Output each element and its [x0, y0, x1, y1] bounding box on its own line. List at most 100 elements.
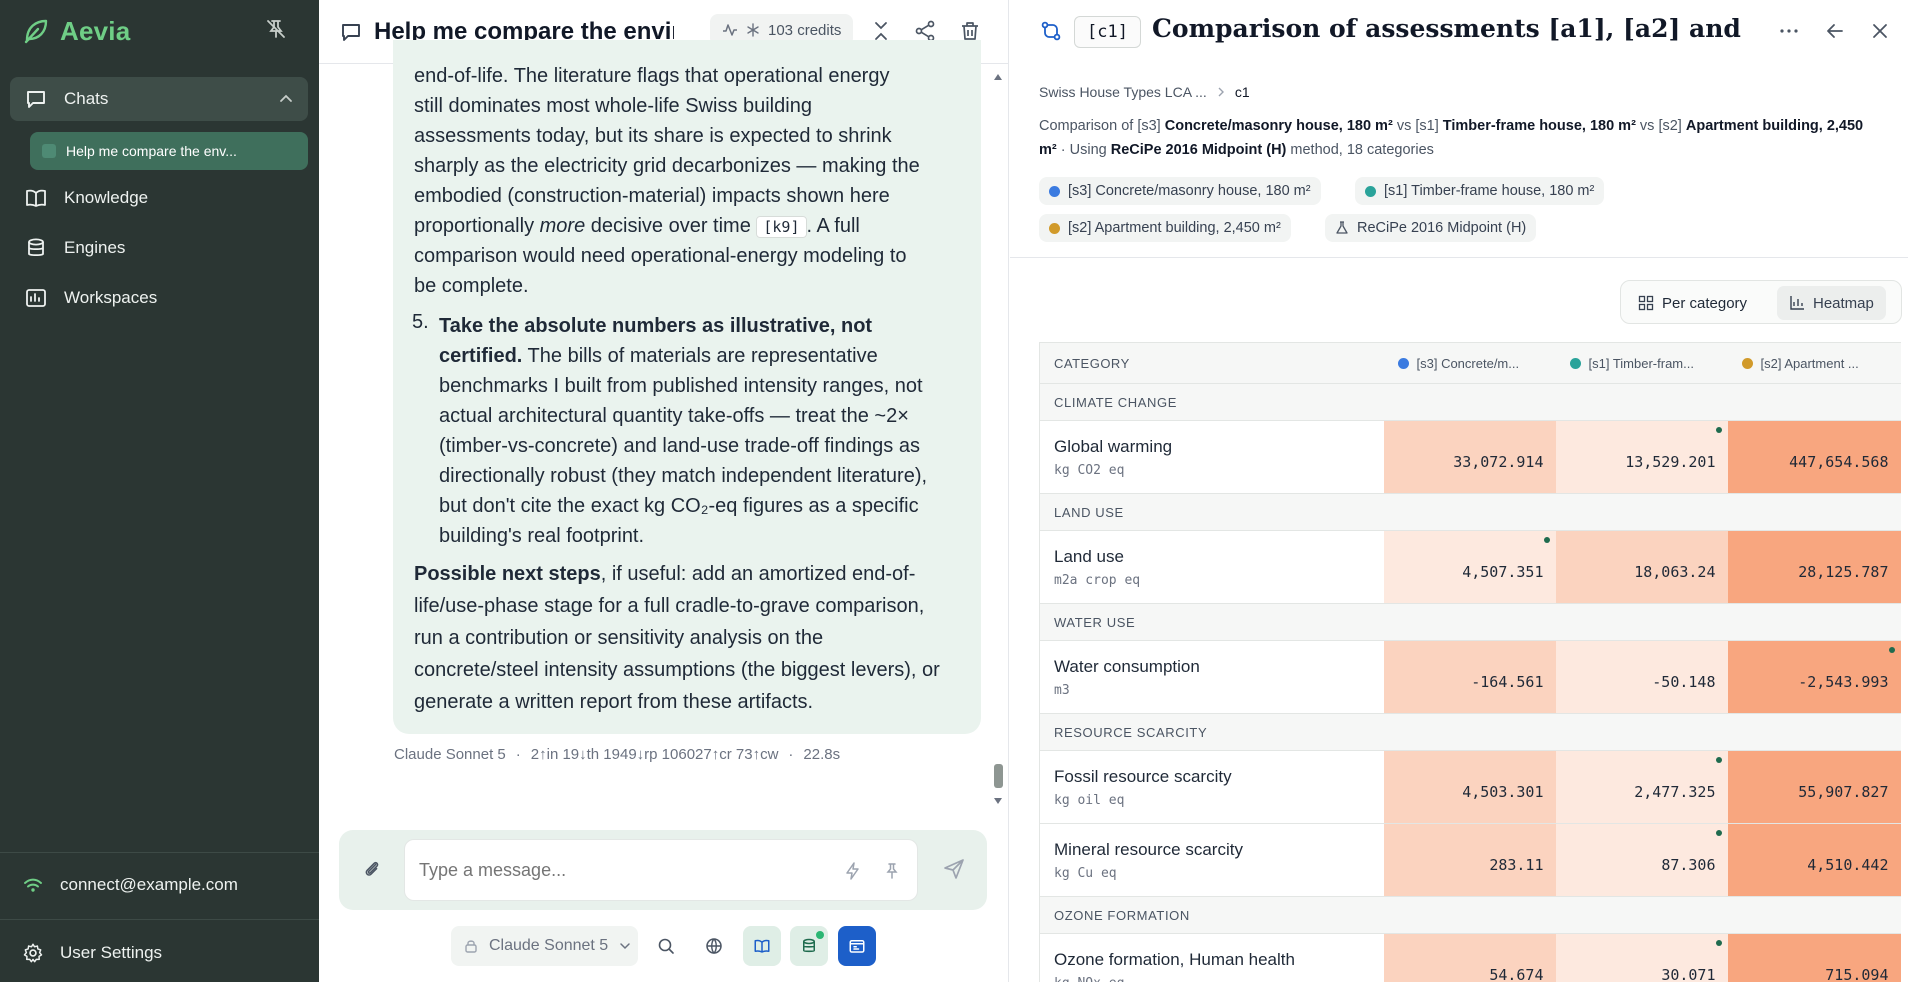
- heatmap-cell[interactable]: 54.674: [1383, 933, 1556, 982]
- heatmap-section-row: OZONE FORMATION: [1039, 896, 1901, 934]
- heatmap-section-row: WATER USE: [1039, 603, 1901, 641]
- more-options-icon[interactable]: [1777, 19, 1801, 43]
- heatmap-label: Heatmap: [1813, 294, 1874, 312]
- column-header-series[interactable]: [s3] Concrete/m...: [1383, 342, 1556, 384]
- account-email: connect@example.com: [60, 875, 238, 894]
- category-unit: kg oil eq: [1054, 792, 1125, 808]
- cell-value: 55,907.827: [1798, 783, 1889, 801]
- heatmap-row[interactable]: Ozone formation, Human health kg NOx eq 54…: [1039, 933, 1901, 982]
- sidebar-item-chats[interactable]: Chats: [10, 77, 308, 121]
- heatmap-cell[interactable]: 4,507.351: [1383, 530, 1556, 604]
- cell-value: 87.306: [1661, 856, 1716, 874]
- heatmap-row[interactable]: Mineral resource scarcity kg Cu eq 283.11 8…: [1039, 823, 1901, 897]
- search-tool-button[interactable]: [647, 926, 685, 966]
- per-category-tab[interactable]: Per category: [1626, 286, 1759, 320]
- chevron-up-icon[interactable]: [276, 89, 296, 109]
- message-composer: [404, 839, 918, 901]
- user-settings-label: User Settings: [60, 943, 163, 962]
- heatmap-row[interactable]: Fossil resource scarcity kg oil eq 4,503.3…: [1039, 750, 1901, 824]
- desc-text: vs [s1]: [1392, 118, 1443, 134]
- wifi-status-icon: [24, 878, 42, 892]
- pin-icon[interactable]: [882, 861, 902, 881]
- chevron-right-icon: [1218, 87, 1224, 97]
- desc-system: Timber-frame house, 180 m²: [1442, 118, 1636, 134]
- heatmap-cell[interactable]: 30.071: [1555, 933, 1728, 982]
- method-chip[interactable]: ReCiPe 2016 Midpoint (H): [1325, 214, 1537, 242]
- scrollbar-thumb[interactable]: [994, 764, 1003, 788]
- heatmap-tab[interactable]: Heatmap: [1777, 286, 1886, 320]
- back-arrow-icon[interactable]: [1823, 19, 1847, 43]
- heatmap-cell[interactable]: -164.561: [1383, 640, 1556, 714]
- unpin-sidebar-icon[interactable]: [264, 17, 288, 41]
- heatmap-cell[interactable]: 447,654.568: [1727, 420, 1901, 494]
- engines-tool-button[interactable]: [790, 926, 828, 966]
- model-selector[interactable]: Claude Sonnet 5: [451, 926, 638, 966]
- heatmap-cell[interactable]: 55,907.827: [1727, 750, 1901, 824]
- heatmap-cell[interactable]: 4,503.301: [1383, 750, 1556, 824]
- meta-time: 22.8s: [803, 746, 841, 763]
- knowledge-tool-button[interactable]: [743, 926, 781, 966]
- series-dot: [1049, 222, 1060, 234]
- heatmap-cell[interactable]: 33,072.914: [1383, 420, 1556, 494]
- brand[interactable]: Aevia: [22, 14, 130, 48]
- attach-icon[interactable]: [361, 858, 383, 880]
- heatmap-cell[interactable]: 715.094: [1727, 933, 1901, 982]
- message-line: directionally robust (they match indepen…: [439, 465, 928, 487]
- message-line-with-citation: proportionally more decisive over time […: [414, 211, 974, 241]
- flask-icon: [1336, 221, 1348, 234]
- bold-text: Take the absolute numbers as illustrativ…: [439, 315, 873, 337]
- send-icon[interactable]: [942, 857, 966, 881]
- user-settings-button[interactable]: User Settings: [22, 942, 162, 964]
- system-chip[interactable]: [s2] Apartment building, 2,450 m²: [1039, 214, 1291, 242]
- globe-icon: [706, 938, 722, 954]
- system-chip[interactable]: [s3] Concrete/masonry house, 180 m²: [1039, 177, 1321, 205]
- heatmap-row[interactable]: Global warming kg CO2 eq 33,072.914 13,529.…: [1039, 420, 1901, 494]
- breadcrumb-item[interactable]: Swiss House Types LCA ...: [1039, 84, 1207, 100]
- book-icon: [754, 939, 770, 953]
- heatmap-cell[interactable]: 13,529.201: [1555, 420, 1728, 494]
- scrollbar[interactable]: [991, 70, 1005, 810]
- heatmap-cell[interactable]: 2,477.325: [1555, 750, 1728, 824]
- chat-list-item-active[interactable]: Help me compare the env...: [30, 132, 308, 170]
- sidebar-item-workspaces[interactable]: Workspaces: [10, 276, 308, 320]
- account-row[interactable]: connect@example.com: [22, 874, 238, 896]
- cell-value: 28,125.787: [1798, 563, 1889, 581]
- heatmap-cell[interactable]: 283.11: [1383, 823, 1556, 897]
- sidebar-item-engines[interactable]: Engines: [10, 226, 308, 270]
- heatmap-cell[interactable]: 18,063.24: [1555, 530, 1728, 604]
- cell-value: 33,072.914: [1453, 453, 1544, 471]
- category-unit: kg CO2 eq: [1054, 462, 1125, 478]
- section-label: WATER USE: [1039, 603, 1901, 641]
- compare-arrows-icon: [1041, 21, 1061, 41]
- sidebar-item-label: Chats: [64, 89, 109, 108]
- citation-tag[interactable]: [k9]: [756, 216, 807, 238]
- web-tool-button[interactable]: [695, 926, 733, 966]
- lowest-impact-marker: [1715, 427, 1722, 433]
- heatmap-row[interactable]: Land use m2a crop eq 4,507.351 18,063.24 28,…: [1039, 530, 1901, 604]
- heatmap-cell[interactable]: 28,125.787: [1727, 530, 1901, 604]
- workspace-tool-button[interactable]: [838, 926, 876, 966]
- breadcrumb-item-current: c1: [1234, 84, 1250, 100]
- column-header-series[interactable]: [s2] Apartment ...: [1727, 342, 1901, 384]
- message-line: benchmarks I built from published intens…: [439, 375, 923, 397]
- lowest-impact-marker: [1715, 830, 1722, 836]
- cell-value: 715.094: [1825, 966, 1889, 982]
- system-chip[interactable]: [s1] Timber-frame house, 180 m²: [1355, 177, 1605, 205]
- heatmap-cell[interactable]: 4,510.442: [1727, 823, 1901, 897]
- heatmap-cell[interactable]: -50.148: [1555, 640, 1728, 714]
- series-dot: [1049, 185, 1060, 197]
- heatmap-cell[interactable]: -2,543.993: [1727, 640, 1901, 714]
- close-icon[interactable]: [1868, 19, 1892, 43]
- desc-text: vs [s2]: [1635, 118, 1686, 134]
- lightning-icon[interactable]: [843, 861, 863, 881]
- desc-system: Concrete/masonry house, 180 m²: [1164, 118, 1393, 134]
- desc-text: Comparison of [s3]: [1039, 118, 1165, 134]
- heatmap-cell[interactable]: 87.306: [1555, 823, 1728, 897]
- heatmap-row[interactable]: Water consumption m3 -164.561 -50.148 -2,543…: [1039, 640, 1901, 714]
- cell-value: 4,503.301: [1462, 783, 1544, 801]
- sidebar: Aevia Chats Help me compare the env... K…: [0, 0, 319, 982]
- message-text: The bills of materials are representativ…: [522, 345, 878, 367]
- message-input[interactable]: [419, 860, 799, 881]
- column-header-series[interactable]: [s1] Timber-fram...: [1555, 342, 1728, 384]
- sidebar-item-knowledge[interactable]: Knowledge: [10, 176, 308, 220]
